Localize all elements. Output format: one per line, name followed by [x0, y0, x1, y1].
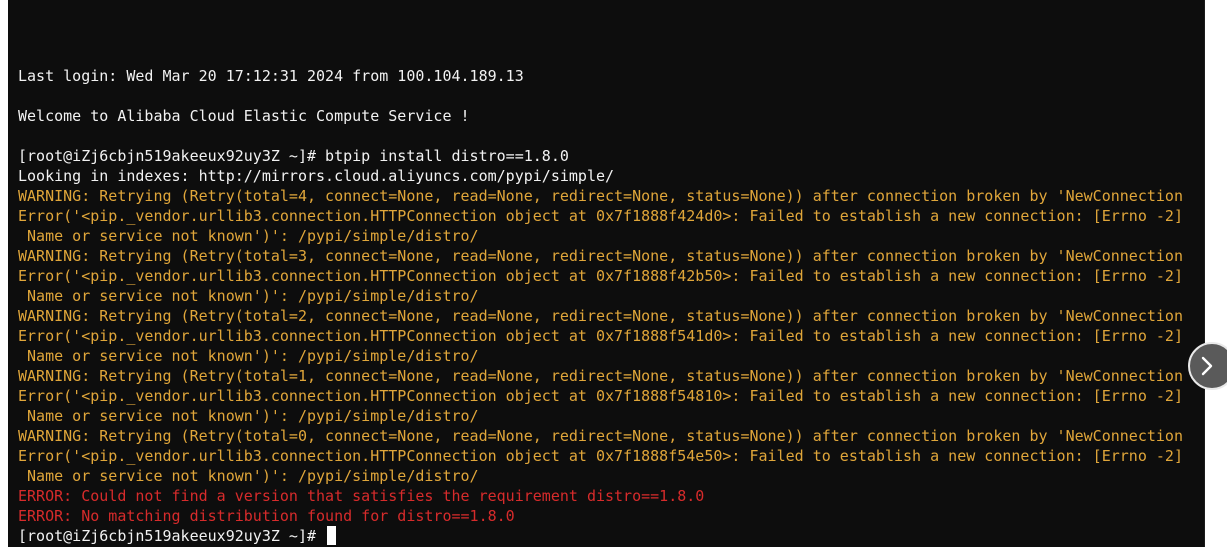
- warning-line: WARNING: Retrying (Retry(total=3, connec…: [18, 247, 1183, 265]
- output-line: Welcome to Alibaba Cloud Elastic Compute…: [18, 107, 470, 125]
- warning-line: WARNING: Retrying (Retry(total=0, connec…: [18, 427, 1183, 445]
- text-cursor: [327, 526, 337, 545]
- chevron-right-icon: [1201, 356, 1213, 376]
- warning-line: WARNING: Retrying (Retry(total=1, connec…: [18, 367, 1183, 385]
- warning-line: Error('<pip._vendor.urllib3.connection.H…: [18, 327, 1183, 345]
- terminal-output: Last login: Wed Mar 20 17:12:31 2024 fro…: [18, 6, 1204, 546]
- output-line: Last login: Wed Mar 20 17:12:31 2024 fro…: [18, 67, 524, 85]
- prompt-line[interactable]: [root@iZj6cbjn519akeeux92uy3Z ~]#: [18, 526, 1204, 546]
- terminal-window[interactable]: Last login: Wed Mar 20 17:12:31 2024 fro…: [8, 0, 1205, 547]
- page: Last login: Wed Mar 20 17:12:31 2024 fro…: [0, 0, 1227, 547]
- warning-line: Error('<pip._vendor.urllib3.connection.H…: [18, 207, 1183, 225]
- output-line: [root@iZj6cbjn519akeeux92uy3Z ~]# btpip …: [18, 147, 569, 165]
- warning-line: Name or service not known')': /pypi/simp…: [18, 347, 479, 365]
- warning-line: WARNING: Retrying (Retry(total=4, connec…: [18, 187, 1183, 205]
- warning-line: Name or service not known')': /pypi/simp…: [18, 287, 479, 305]
- error-line: ERROR: Could not find a version that sat…: [18, 487, 705, 505]
- shell-prompt: [root@iZj6cbjn519akeeux92uy3Z ~]#: [18, 527, 326, 545]
- warning-line: Name or service not known')': /pypi/simp…: [18, 467, 479, 485]
- warning-line: Error('<pip._vendor.urllib3.connection.H…: [18, 447, 1183, 465]
- warning-line: Error('<pip._vendor.urllib3.connection.H…: [18, 387, 1183, 405]
- warning-line: Error('<pip._vendor.urllib3.connection.H…: [18, 267, 1183, 285]
- warning-line: Name or service not known')': /pypi/simp…: [18, 227, 479, 245]
- error-line: ERROR: No matching distribution found fo…: [18, 507, 515, 525]
- warning-line: Name or service not known')': /pypi/simp…: [18, 407, 479, 425]
- output-line: Looking in indexes: http://mirrors.cloud…: [18, 167, 615, 185]
- warning-line: WARNING: Retrying (Retry(total=2, connec…: [18, 307, 1183, 325]
